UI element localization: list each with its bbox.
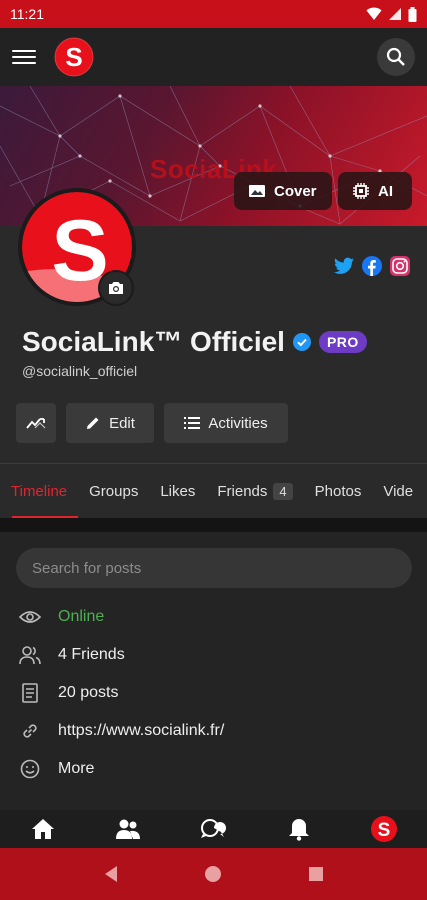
eye-icon [19, 611, 41, 623]
image-icon [249, 185, 265, 197]
search-icon [386, 47, 405, 66]
activities-button[interactable]: Activities [164, 403, 288, 443]
system-navigation [0, 848, 427, 900]
pro-badge: PRO [318, 331, 367, 353]
info-online-status: Online [18, 605, 104, 629]
tab-photos[interactable]: Photos [304, 464, 373, 518]
tab-timeline[interactable]: Timeline [0, 464, 79, 518]
profile-handle: @socialink_officiel [22, 363, 138, 379]
nav-profile[interactable]: S [364, 813, 404, 845]
edit-button-label: Edit [109, 414, 135, 432]
social-links [333, 255, 411, 277]
people-icon [116, 819, 141, 839]
profile-avatar-icon: S [371, 816, 398, 842]
wifi-icon [366, 7, 382, 20]
camera-icon [109, 282, 123, 294]
verified-badge-icon [292, 333, 311, 351]
link-icon [23, 724, 37, 738]
twitter-icon[interactable] [333, 255, 355, 277]
home-icon [31, 819, 54, 839]
tab-friends[interactable]: Friends 4 [206, 464, 303, 518]
ai-button[interactable]: AI [338, 172, 412, 210]
list-icon [184, 417, 201, 429]
change-cover-button[interactable]: Cover [234, 172, 332, 210]
document-icon [22, 683, 38, 703]
nav-messages[interactable] [193, 813, 233, 845]
recents-icon[interactable] [308, 866, 324, 882]
friends-count-badge: 4 [273, 482, 293, 500]
chat-bubbles-icon [201, 819, 227, 838]
tab-label: Timeline [11, 482, 68, 500]
tab-likes[interactable]: Likes [149, 464, 206, 518]
people-icon [19, 646, 41, 665]
bell-icon [288, 819, 309, 841]
tab-groups[interactable]: Groups [78, 464, 149, 518]
socialink-logo-icon[interactable]: S [54, 37, 94, 77]
online-status-text: Online [58, 608, 105, 625]
profile-name-row: SociaLink™ Officiel PRO [22, 326, 367, 358]
tab-videos[interactable]: Vide [372, 464, 424, 518]
signal-icon [389, 8, 401, 20]
more-info-text: More [58, 760, 95, 777]
posts-count-text: 20 posts [58, 684, 119, 701]
tab-label: Friends [217, 482, 268, 500]
nav-notifications[interactable] [279, 813, 319, 845]
tab-label: Vide [383, 482, 414, 500]
profile-actions: Edit Activities [16, 403, 288, 443]
bottom-navigation: S [0, 810, 427, 848]
info-friends[interactable]: 4 Friends [18, 643, 125, 667]
facebook-icon[interactable] [361, 255, 383, 277]
profile-name: SociaLink™ Officiel [22, 326, 285, 357]
stats-button[interactable] [16, 403, 56, 443]
website-link[interactable]: https://www.socialink.fr/ [58, 722, 224, 740]
tab-label: Photos [314, 482, 362, 500]
home-circle-icon[interactable] [204, 865, 222, 883]
tabs-shadow [0, 518, 427, 532]
pencil-icon [87, 417, 99, 429]
chip-icon [353, 183, 369, 199]
back-icon[interactable] [103, 865, 119, 883]
app-bar: S [0, 28, 427, 86]
tab-label: Groups [89, 482, 139, 500]
status-icons [366, 6, 417, 22]
info-posts[interactable]: 20 posts [18, 681, 118, 705]
hamburger-menu-icon[interactable] [12, 45, 36, 69]
info-website[interactable]: https://www.socialink.fr/ [18, 719, 224, 743]
svg-text:S: S [378, 820, 391, 841]
battery-icon [408, 6, 417, 22]
status-bar: 11:21 [0, 0, 427, 28]
profile-tabs: Timeline Groups Likes Friends 4 Photos Vi… [0, 464, 427, 518]
nav-friends[interactable] [108, 813, 148, 845]
search-posts-input[interactable] [16, 548, 412, 588]
instagram-icon[interactable] [389, 255, 411, 277]
trending-icon [26, 418, 46, 429]
info-more[interactable]: More [18, 757, 94, 781]
cover-button-label: Cover [274, 182, 317, 200]
edit-button[interactable]: Edit [66, 403, 154, 443]
svg-text:S: S [65, 42, 82, 72]
ai-button-label: AI [378, 182, 393, 200]
change-avatar-button[interactable] [98, 270, 134, 306]
smiley-icon [20, 759, 40, 779]
search-button[interactable] [377, 38, 415, 76]
tab-label: Likes [160, 482, 196, 500]
friends-count-text: 4 Friends [58, 646, 125, 663]
status-time: 11:21 [10, 6, 44, 22]
nav-home[interactable] [23, 813, 63, 845]
activities-button-label: Activities [208, 414, 268, 432]
